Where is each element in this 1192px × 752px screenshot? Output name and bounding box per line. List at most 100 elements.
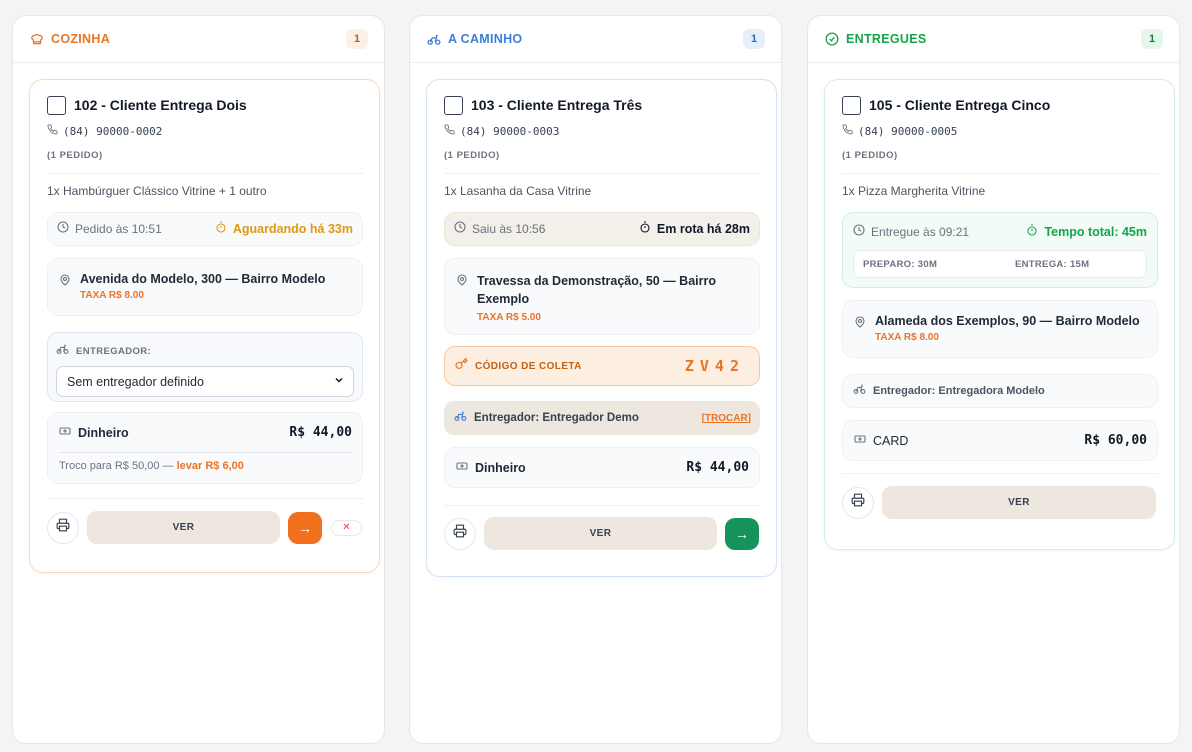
select-checkbox[interactable] [47, 95, 66, 115]
column-title: A CAMINHO [448, 32, 523, 46]
advance-button[interactable]: → [288, 511, 322, 544]
orders-count: (1 PEDIDO) [47, 150, 363, 174]
cash-icon [59, 424, 71, 442]
printer-icon [851, 493, 865, 512]
chef-hat-icon [30, 32, 44, 46]
clock-icon [454, 220, 466, 238]
delivery-fee: TAXA R$ 5.00 [477, 312, 541, 323]
customer-phone: (84) 90000-0002 [63, 124, 163, 138]
order-card[interactable]: 102 - Cliente Entrega Dois (84) 90000-00… [29, 79, 380, 573]
delivery-time: ENTREGA: 15M [1015, 258, 1090, 270]
order-amount: R$ 60,00 [1084, 433, 1147, 448]
prep-time: PREPARO: 30M [863, 258, 938, 270]
pickup-code: ZV42 [684, 357, 745, 375]
timer-icon [215, 220, 227, 238]
printer-icon [453, 524, 467, 543]
key-icon [455, 357, 468, 375]
payment-box: Dinheiro R$ 44,00 [444, 447, 760, 488]
card-icon [854, 432, 866, 450]
delivery-address: Travessa da Demonstração, 50 — Bairro Ex… [477, 274, 717, 306]
total-time: Tempo total: 45m [1044, 224, 1147, 239]
timer-icon [639, 220, 651, 238]
column-count-badge: 1 [1141, 29, 1163, 49]
bicycle-icon [427, 32, 441, 46]
courier-box: Entregador: Entregador Demo [TROCAR] [444, 401, 760, 435]
delivery-address: Avenida do Modelo, 300 — Bairro Modelo [80, 272, 326, 286]
column-header: COZINHA 1 [13, 16, 384, 63]
payment-method: CARD [873, 433, 909, 448]
print-button[interactable] [842, 486, 874, 519]
select-checkbox[interactable] [444, 95, 463, 115]
column-count-badge: 1 [346, 29, 368, 49]
pickup-code-box: CÓDIGO DE COLETA ZV42 [444, 346, 760, 386]
column-title: COZINHA [51, 32, 111, 46]
bicycle-icon [56, 342, 69, 360]
change-text: Troco para R$ 50,00 — [59, 460, 174, 472]
courier-box: ENTREGADOR: Sem entregador definido [47, 332, 363, 402]
delivered-time-box: Entregue às 09:21 Tempo total: 45m PREPA… [842, 212, 1158, 288]
cash-icon [456, 459, 468, 477]
column-header: ENTREGUES 1 [808, 16, 1179, 63]
phone-icon [444, 124, 460, 138]
order-card[interactable]: 105 - Cliente Entrega Cinco (84) 90000-0… [824, 79, 1175, 550]
swap-courier-link[interactable]: [TROCAR] [702, 413, 751, 424]
printer-icon [56, 518, 70, 537]
column-cozinha: COZINHA 1 102 - Cliente Entrega Dois (84… [12, 15, 385, 744]
address-box: Avenida do Modelo, 300 — Bairro Modelo T… [47, 258, 363, 316]
delivered-time: Entregue às 09:21 [871, 224, 970, 239]
time-box: Pedido às 10:51 Aguardando há 33m [47, 212, 363, 246]
courier-label: ENTREGADOR: [76, 345, 152, 357]
delivery-fee: TAXA R$ 8.00 [875, 332, 939, 343]
phone-icon [47, 124, 63, 138]
view-button[interactable]: VER [484, 517, 717, 550]
order-title: 103 - Cliente Entrega Três [471, 97, 643, 113]
change-take: levar R$ 6,00 [176, 460, 244, 472]
pickup-code-label: CÓDIGO DE COLETA [475, 360, 582, 372]
payment-box: Dinheiro R$ 44,00 Troco para R$ 50,00 — … [47, 412, 363, 484]
map-pin-icon [59, 273, 71, 291]
courier-select[interactable]: Sem entregador definido [56, 366, 354, 397]
courier-select-value: Sem entregador definido [67, 374, 204, 389]
bicycle-icon [853, 382, 866, 400]
column-entregues: ENTREGUES 1 105 - Cliente Entrega Cinco … [807, 15, 1180, 744]
order-time: Pedido às 10:51 [75, 222, 162, 236]
clock-icon [853, 223, 865, 241]
order-title: 102 - Cliente Entrega Dois [74, 97, 247, 113]
items-summary: 1x Lasanha da Casa Vitrine [444, 184, 592, 198]
customer-phone: (84) 90000-0003 [460, 124, 560, 138]
print-button[interactable] [444, 517, 476, 550]
column-title: ENTREGUES [846, 32, 927, 46]
map-pin-icon [854, 315, 866, 333]
bicycle-icon [454, 409, 467, 427]
clock-icon [57, 220, 69, 238]
map-pin-icon [456, 273, 468, 291]
phone-icon [842, 124, 858, 138]
courier-box: Entregador: Entregadora Modelo [842, 374, 1158, 408]
orders-count: (1 PEDIDO) [444, 150, 760, 174]
order-amount: R$ 44,00 [289, 425, 352, 440]
cancel-button[interactable]: ✕ [331, 519, 362, 536]
column-header: A CAMINHO 1 [410, 16, 781, 63]
route-status: Em rota há 28m [656, 222, 750, 236]
waiting-status: Aguardando há 33m [232, 222, 353, 236]
payment-method: Dinheiro [78, 425, 129, 440]
delivery-fee: TAXA R$ 8.00 [80, 290, 144, 301]
items-summary: 1x Hambúrguer Clássico Vitrine + 1 outro [47, 184, 267, 198]
payment-box: CARD R$ 60,00 [842, 420, 1158, 461]
delivery-address: Alameda dos Exemplos, 90 — Bairro Modelo [875, 314, 1140, 328]
time-box: Saiu às 10:56 Em rota há 28m [444, 212, 760, 246]
departure-time: Saiu às 10:56 [472, 222, 546, 236]
print-button[interactable] [47, 511, 79, 544]
view-button[interactable]: VER [87, 511, 280, 544]
courier-name: Entregador: Entregadora Modelo [873, 385, 1045, 397]
order-amount: R$ 44,00 [686, 460, 749, 475]
column-count-badge: 1 [743, 29, 765, 49]
customer-phone: (84) 90000-0005 [858, 124, 958, 138]
advance-button[interactable]: → [725, 517, 759, 550]
courier-name: Entregador: Entregador Demo [474, 412, 639, 424]
view-button[interactable]: VER [882, 486, 1156, 519]
payment-method: Dinheiro [475, 460, 526, 475]
order-title: 105 - Cliente Entrega Cinco [869, 97, 1051, 113]
order-card[interactable]: 103 - Cliente Entrega Três (84) 90000-00… [426, 79, 777, 577]
select-checkbox[interactable] [842, 95, 861, 115]
